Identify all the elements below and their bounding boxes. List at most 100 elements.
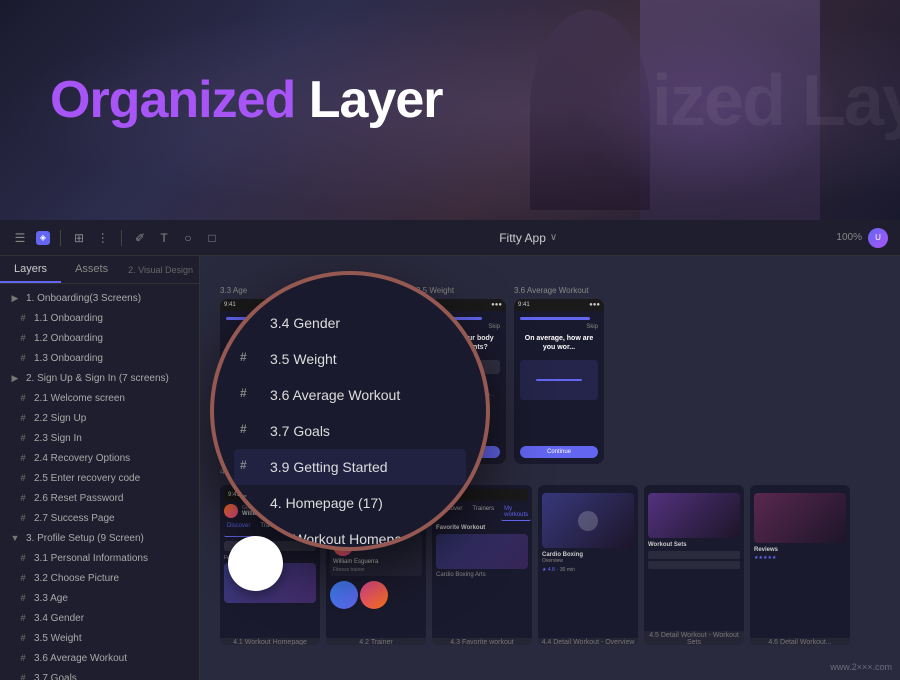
mag-label-getting-started: 3.9 Getting Started — [270, 459, 388, 475]
sidebar-tabs: Layers Assets 2. Visual Design — [0, 256, 199, 284]
phone-content-avg-workout: Skip On average, how are you wor... Cont… — [514, 311, 604, 464]
trainer-specialty: Fitness trainer — [333, 567, 419, 573]
collapse-icon: ▶ — [8, 371, 22, 385]
layer-item-gender[interactable]: # 3.4 Gender — [0, 608, 199, 628]
mag-item-homepage[interactable]: T 4. Homepage (17) — [234, 485, 466, 521]
watermark: www.2×××.com — [830, 662, 892, 672]
collapse-icon: ▶ — [8, 291, 22, 305]
layer-item-personal-info[interactable]: # 3.1 Personal Informations — [0, 548, 199, 568]
user-avatar[interactable]: U — [868, 228, 888, 248]
play-btn[interactable] — [578, 511, 598, 531]
tool-move-icon[interactable]: ◈ — [36, 231, 50, 245]
sets-list — [648, 551, 740, 569]
tool-text-icon[interactable]: T — [156, 230, 172, 246]
mag-item-avg-workout[interactable]: # 3.6 Average Workout — [234, 377, 466, 413]
set-item-1 — [648, 551, 740, 559]
zoom-level[interactable]: 100% — [836, 232, 862, 243]
card-label-2: 4.2 Trainer — [326, 638, 426, 645]
bottom-card-detail-sets: Workout Sets 4.5 Detail Workout - Workou… — [644, 485, 744, 645]
skip-button-3: Skip — [488, 324, 500, 330]
mag-item-goals[interactable]: # 3.7 Goals — [234, 413, 466, 449]
layer-label: 3.5 Weight — [34, 633, 82, 644]
set-item-2 — [648, 561, 740, 569]
layer-item-goals[interactable]: # 3.7 Goals — [0, 668, 199, 680]
layer-item-onboarding-1[interactable]: # 1.1 Onboarding — [0, 308, 199, 328]
layer-item-signin[interactable]: # 2.3 Sign In — [0, 428, 199, 448]
layer-item-choose-picture[interactable]: # 3.2 Choose Picture — [0, 568, 199, 588]
collapse-icon: ▼ — [8, 531, 22, 545]
detail-sub: Overview — [542, 558, 634, 564]
layer-item-onboarding-group[interactable]: ▶ 1. Onboarding(3 Screens) — [0, 288, 199, 308]
layer-item-signup-group[interactable]: ▶ 2. Sign Up & Sign In (7 screens) — [0, 368, 199, 388]
layer-label: 2.7 Success Page — [34, 513, 115, 524]
layer-item-profile-group[interactable]: ▼ 3. Profile Setup (9 Screen) — [0, 528, 199, 548]
app-name-label: Fitty App — [499, 231, 546, 245]
tab-assets[interactable]: Assets — [61, 256, 122, 283]
chevron-down-icon[interactable]: ∨ — [550, 232, 557, 243]
continue-button-avg[interactable]: Continue — [520, 446, 598, 458]
layer-item-onboarding-2[interactable]: # 1.2 Onboarding — [0, 328, 199, 348]
layer-item-signup[interactable]: # 2.2 Sign Up — [0, 408, 199, 428]
workout-selector[interactable] — [520, 360, 598, 400]
stat-1: ★ 4.8 — [542, 567, 555, 573]
stat-2: · 30 min — [557, 567, 575, 573]
tool-more-icon[interactable]: ⋯ — [95, 230, 111, 246]
layer-label: 2.1 Welcome screen — [34, 393, 125, 404]
mag-item-weight[interactable]: # 3.5 Weight — [234, 341, 466, 377]
card-label-1: 4.1 Workout Homepage — [220, 638, 320, 645]
card-avg-workout-section-label: 3.6 Average Workout — [514, 286, 604, 295]
frame-icon: # — [16, 611, 30, 625]
toolbar-center: Fitty App ∨ — [228, 231, 828, 245]
workouts-tab-3[interactable]: My workouts — [501, 504, 531, 521]
layer-label: 1.3 Onboarding — [34, 353, 103, 364]
mag-label-goals: 3.7 Goals — [270, 423, 330, 439]
menu-icon[interactable]: ☰ — [12, 230, 28, 246]
hash-icon-3: # — [240, 386, 258, 404]
mag-label-weight: 3.5 Weight — [270, 351, 337, 367]
mag-item-gender[interactable]: # 3.4 Gender — [234, 305, 466, 341]
frame-icon: # — [16, 311, 30, 325]
layer-item-success-page[interactable]: # 2.7 Success Page — [0, 508, 199, 528]
canvas-area: 3.3 Age 9:41 ●●● Skip PROFILE — [200, 256, 900, 680]
layer-item-welcome[interactable]: # 2.1 Welcome screen — [0, 388, 199, 408]
magnifier-content: # 3.4 Gender # 3.5 Weight # 3.6 Average … — [214, 275, 486, 551]
layer-item-weight[interactable]: # 3.5 Weight — [0, 628, 199, 648]
text-icon: T — [240, 494, 258, 512]
layer-label: 3.3 Age — [34, 593, 68, 604]
trainer-avatar-2 — [330, 581, 358, 609]
layer-item-recovery-code[interactable]: # 2.5 Enter recovery code — [0, 468, 199, 488]
frame-icon: # — [16, 551, 30, 565]
tab-layers[interactable]: Layers — [0, 256, 61, 283]
tool-shape-icon[interactable]: ○ — [180, 230, 196, 246]
card-inner-6: Reviews ★★★★★ — [750, 485, 850, 645]
layer-label: 3. Profile Setup (9 Screen) — [26, 533, 144, 544]
tool-rect-icon[interactable]: □ — [204, 230, 220, 246]
phone-card-avg-workout: 9:41 ●●● Skip On average, how are you wo… — [514, 299, 604, 464]
magnifier-handle — [228, 536, 283, 591]
skip-button-4: Skip — [586, 324, 598, 330]
layer-item-reset-password[interactable]: # 2.6 Reset Password — [0, 488, 199, 508]
frame-icon: # — [16, 511, 30, 525]
layer-label: 3.1 Personal Informations — [34, 553, 148, 564]
layer-label: 2.5 Enter recovery code — [34, 473, 140, 484]
mag-label-homepage: 4. Homepage (17) — [270, 495, 383, 511]
question-text-4: On average, how are you wor... — [520, 334, 598, 352]
workout-slider[interactable] — [536, 379, 583, 381]
layer-item-age[interactable]: # 3.3 Age — [0, 588, 199, 608]
detail-stats: ★ 4.8 · 30 min — [542, 567, 634, 573]
mag-label-gender: 3.4 Gender — [270, 315, 340, 331]
layer-item-onboarding-3[interactable]: # 1.3 Onboarding — [0, 348, 199, 368]
layer-label: 3.2 Choose Picture — [34, 573, 119, 584]
card-label-4: 4.4 Detail Workout - Overview — [538, 638, 638, 645]
layer-item-avg-workout[interactable]: # 3.6 Average Workout — [0, 648, 199, 668]
frame-icon: # — [16, 591, 30, 605]
tool-frame-icon[interactable]: ⊞ — [71, 230, 87, 246]
mag-item-getting-started[interactable]: # 3.9 Getting Started — [234, 449, 466, 485]
layer-label: 1.1 Onboarding — [34, 313, 103, 324]
layer-item-recovery-options[interactable]: # 2.4 Recovery Options — [0, 448, 199, 468]
other-title: Reviews — [754, 547, 846, 553]
card-label-3: 4.3 Favorite workout — [432, 638, 532, 645]
card-label-6: 4.6 Detail Workout... — [750, 638, 850, 645]
tool-pen-icon[interactable]: ✐ — [132, 230, 148, 246]
status-icons-3: ●●● — [491, 302, 502, 308]
